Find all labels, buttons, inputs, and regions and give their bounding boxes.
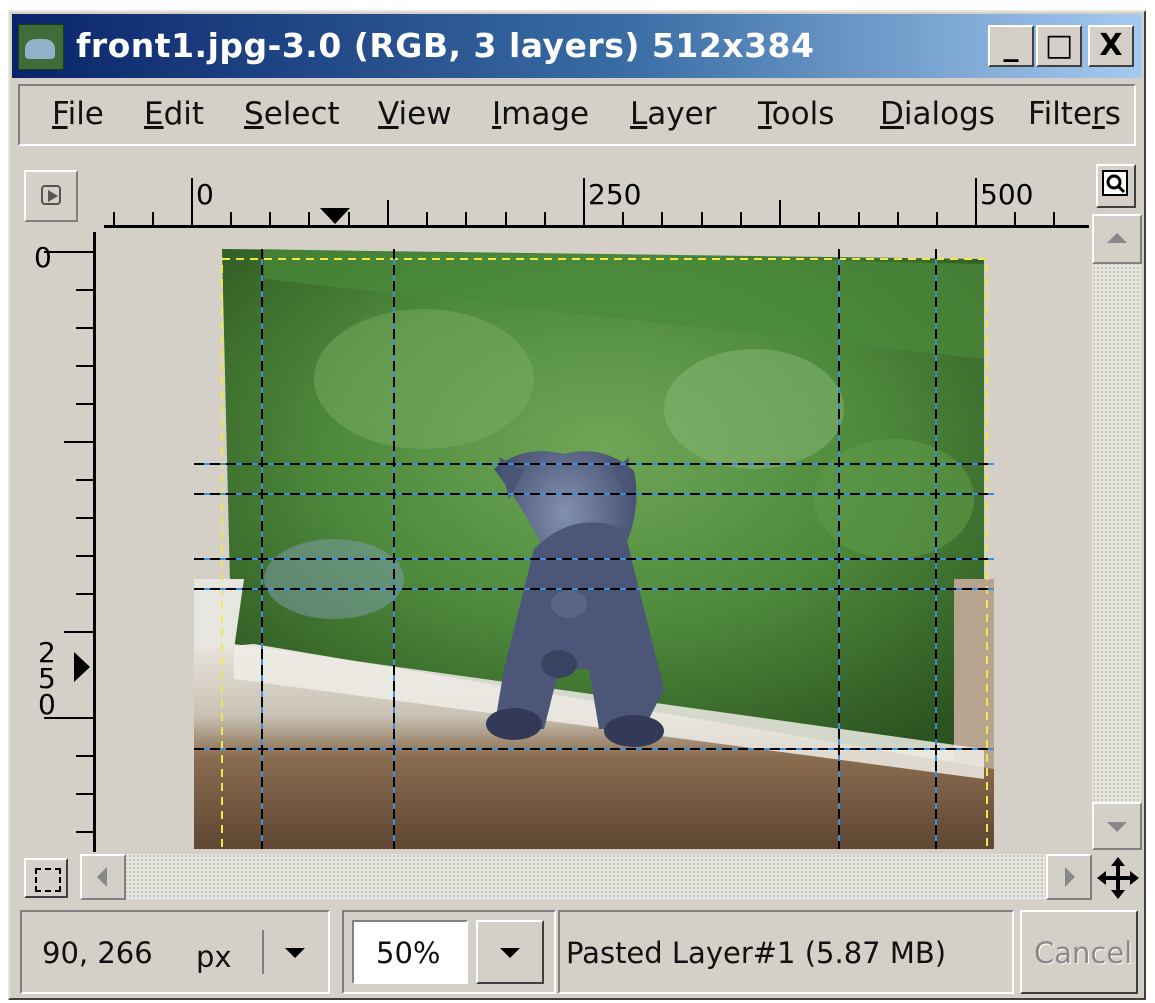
chevron-down-icon <box>500 948 520 958</box>
scroll-right-button[interactable] <box>1046 854 1092 900</box>
menu-view[interactable]: View <box>378 96 452 132</box>
ruler-label: 250 <box>588 178 642 211</box>
pointer-coordinates: 90, 266 <box>42 936 153 970</box>
quick-mask-button[interactable] <box>24 858 68 898</box>
zoom-input[interactable]: 50% <box>352 920 468 984</box>
menu-file[interactable]: File <box>52 96 104 132</box>
pan-icon <box>1097 857 1139 899</box>
image-window: front1.jpg-3.0 (RGB, 3 layers) 512x384 _… <box>8 10 1146 1000</box>
arrow-left-icon <box>97 867 107 887</box>
maximize-button[interactable]: □ <box>1036 25 1082 67</box>
layer-info: Pasted Layer#1 (5.87 MB) <box>566 936 947 970</box>
layer-info-panel: Pasted Layer#1 (5.87 MB) <box>558 910 1014 994</box>
menu-dialogs[interactable]: Dialogs <box>880 96 995 132</box>
menu-layer[interactable]: Layer <box>630 96 716 132</box>
window-title: front1.jpg-3.0 (RGB, 3 layers) 512x384 <box>76 26 815 65</box>
zoom-icon <box>1102 170 1128 196</box>
cancel-label: Cancel <box>1034 936 1133 970</box>
menu-image[interactable]: Image <box>492 96 589 132</box>
ruler-label: 0 <box>196 178 214 211</box>
arrow-right-icon <box>1065 867 1075 887</box>
chevron-down-icon <box>285 948 305 958</box>
unit-dropdown-button[interactable] <box>272 926 318 978</box>
pointer-position-marker <box>74 652 90 682</box>
menu-filters[interactable]: Filters <box>1028 96 1121 132</box>
zoom-value: 50% <box>376 936 441 970</box>
status-bar: 90, 266 px 50% Pasted Layer#1 (5.87 MB) … <box>20 910 1138 994</box>
gimp-wilber-icon <box>18 24 64 70</box>
scroll-up-button[interactable] <box>1092 214 1142 264</box>
arrow-down-icon <box>1107 822 1127 832</box>
zoom-panel: 50% <box>342 910 556 994</box>
quick-mask-icon <box>35 868 61 892</box>
horizontal-scrollbar[interactable] <box>80 854 1092 900</box>
menu-select[interactable]: Select <box>244 96 340 132</box>
horizontal-ruler[interactable]: 0 250 500 <box>104 164 1089 228</box>
cancel-button[interactable]: Cancel <box>1020 910 1138 994</box>
menu-bar: File Edit Select View Image Layer Tools … <box>18 84 1136 146</box>
ruler-label: 250 <box>38 636 56 721</box>
ruler-label: 500 <box>980 178 1034 211</box>
arrow-up-icon <box>1107 233 1127 243</box>
divider <box>262 930 264 974</box>
scroll-down-button[interactable] <box>1092 802 1142 850</box>
vertical-scrollbar[interactable] <box>1092 214 1142 850</box>
ruler-label: 0 <box>34 241 52 274</box>
menu-tools[interactable]: Tools <box>758 96 834 132</box>
pan-button[interactable] <box>1096 856 1140 900</box>
unit-label: px <box>196 940 232 974</box>
navigate-menu-button[interactable] <box>24 170 78 222</box>
scroll-left-button[interactable] <box>80 854 126 900</box>
photo-wolf-figurine <box>194 249 994 849</box>
close-button[interactable]: X <box>1088 25 1134 67</box>
zoom-button[interactable] <box>1096 164 1136 208</box>
minimize-button[interactable]: _ <box>988 25 1034 67</box>
image-canvas[interactable] <box>104 234 1089 852</box>
coordinates-panel: 90, 266 px <box>20 910 330 994</box>
pointer-position-marker <box>320 208 350 224</box>
navigate-icon <box>48 190 58 202</box>
zoom-dropdown-button[interactable] <box>476 920 544 984</box>
menu-edit[interactable]: Edit <box>144 96 204 132</box>
title-bar[interactable]: front1.jpg-3.0 (RGB, 3 layers) 512x384 _… <box>12 14 1142 78</box>
image-content <box>194 249 994 849</box>
vertical-ruler[interactable]: 0 250 <box>24 232 96 852</box>
vertical-ruler-ticks <box>44 251 93 833</box>
